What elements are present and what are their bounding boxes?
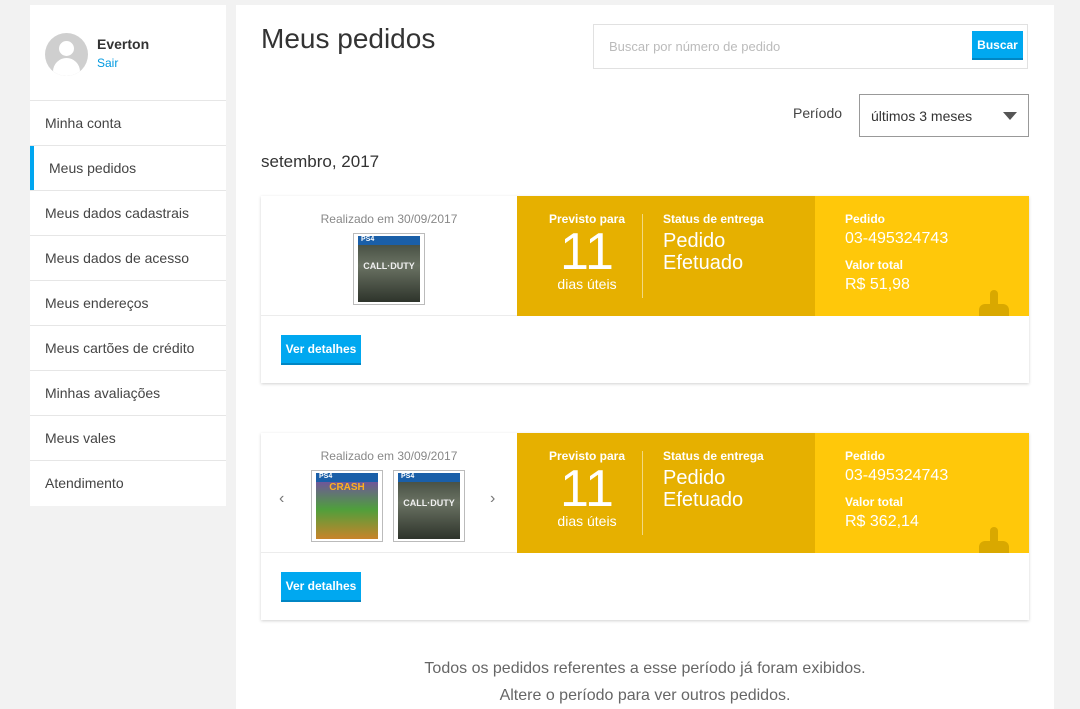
order-number-label: Pedido [845,449,886,463]
order-products: Realizado em 30/09/2017 ‹ PS4 CRASH PS4 … [261,433,517,553]
footer-line-2: Altere o período para ver outros pedidos… [499,687,791,704]
divider [642,451,643,535]
details-button[interactable]: Ver detalhes [281,335,361,365]
order-date: Realizado em 30/09/2017 [320,449,458,463]
main-panel: Meus pedidos Buscar Período últimos 3 me… [236,5,1054,709]
product-thumbnail[interactable]: PS4 CRASH [311,470,383,542]
period-value: últimos 3 meses [871,108,973,124]
order-summary: Realizado em 30/09/2017 PS4 CALL·DUTY Pr… [261,196,1029,316]
sidebar-item-minha-conta[interactable]: Minha conta [30,101,226,146]
product-title: CALL·DUTY [403,498,455,508]
status-value: Pedido Efetuado [663,230,744,274]
logout-link[interactable]: Sair [97,56,118,70]
forecast-days: 11 [560,460,614,518]
user-box: Everton Sair [30,5,226,101]
month-heading: setembro, 2017 [261,152,380,171]
order-status-panel: Previsto para 11 dias úteis Status de en… [517,433,815,553]
order-number-label: Pedido [845,212,886,226]
sidebar-item-atendimento[interactable]: Atendimento [30,461,226,506]
order-info-panel: Pedido 03-495324743 Valor total R$ 362,1… [815,433,1029,553]
order-card: Realizado em 30/09/2017 ‹ PS4 CRASH PS4 … [261,433,1029,620]
order-card: Realizado em 30/09/2017 PS4 CALL·DUTY Pr… [261,196,1029,383]
status-label: Status de entrega [663,449,764,463]
chevron-right-icon[interactable]: › [490,491,495,507]
total-value: R$ 51,98 [845,276,910,293]
details-button[interactable]: Ver detalhes [281,572,361,602]
search-box: Buscar [593,24,1028,69]
total-label: Valor total [845,495,904,509]
product-thumbnail[interactable]: PS4 CALL·DUTY [393,470,465,542]
order-status-panel: Previsto para 11 dias úteis Status de en… [517,196,815,316]
sidebar-item-enderecos[interactable]: Meus endereços [30,281,226,326]
forecast-unit: dias úteis [557,276,617,292]
sidebar: Everton Sair Minha conta Meus pedidos Me… [30,5,226,506]
user-avatar-icon [45,33,88,76]
order-info-panel: Pedido 03-495324743 Valor total R$ 51,98 [815,196,1029,316]
total-value: R$ 362,14 [845,513,919,530]
sidebar-item-dados-cadastrais[interactable]: Meus dados cadastrais [30,191,226,236]
forecast-unit: dias úteis [557,513,617,529]
page-title: Meus pedidos [261,23,436,54]
order-products: Realizado em 30/09/2017 PS4 CALL·DUTY [261,196,517,316]
search-input[interactable] [594,25,964,68]
product-platform: PS4 [361,236,375,243]
status-value: Pedido Efetuado [663,467,744,511]
order-decor-icon [979,290,1009,316]
delivery-forecast: Previsto para 11 dias úteis [517,433,657,553]
footer-note: Todos os pedidos referentes a esse perío… [236,655,1054,709]
sidebar-item-avaliacoes[interactable]: Minhas avaliações [30,371,226,416]
chevron-down-icon [1003,112,1017,120]
sidebar-item-cartoes[interactable]: Meus cartões de crédito [30,326,226,371]
order-date: Realizado em 30/09/2017 [320,212,458,226]
divider [642,214,643,298]
sidebar-item-meus-pedidos[interactable]: Meus pedidos [30,146,226,191]
sidebar-item-dados-acesso[interactable]: Meus dados de acesso [30,236,226,281]
footer-line-1: Todos os pedidos referentes a esse perío… [424,660,866,677]
order-summary: Realizado em 30/09/2017 ‹ PS4 CRASH PS4 … [261,433,1029,553]
user-name: Everton [97,36,150,52]
delivery-forecast: Previsto para 11 dias úteis [517,196,657,316]
product-platform: PS4 [319,473,333,480]
period-label: Período [793,105,843,121]
product-title: CRASH [329,482,365,493]
forecast-days: 11 [560,223,614,281]
chevron-left-icon[interactable]: ‹ [279,491,284,507]
status-label: Status de entrega [663,212,764,226]
total-label: Valor total [845,258,904,272]
period-select[interactable]: últimos 3 meses [859,94,1029,137]
product-platform: PS4 [401,473,415,480]
product-thumbnail[interactable]: PS4 CALL·DUTY [353,233,425,305]
order-number: 03-495324743 [845,230,949,247]
product-title: CALL·DUTY [363,261,415,271]
search-button[interactable]: Buscar [972,31,1023,60]
order-number: 03-495324743 [845,467,949,484]
sidebar-item-vales[interactable]: Meus vales [30,416,226,461]
order-decor-icon [979,527,1009,553]
